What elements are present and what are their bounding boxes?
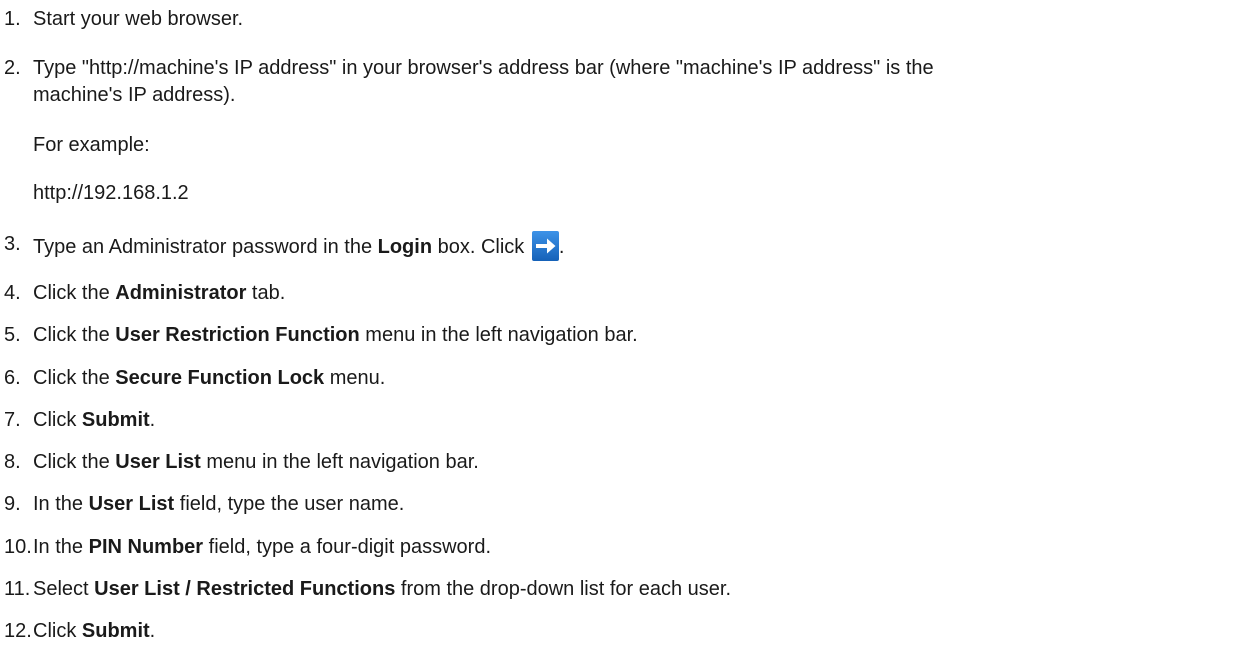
step-text: Start your web browser. xyxy=(33,8,244,30)
step-number: 3. xyxy=(4,233,21,255)
ui-term: User List xyxy=(115,451,201,473)
ui-term: User Restriction Function xyxy=(115,324,360,346)
step-text-pre: In the xyxy=(33,493,89,515)
ui-term: Secure Function Lock xyxy=(115,367,325,389)
step-text: Click the User Restriction Function menu… xyxy=(33,322,638,348)
example-label: For example: xyxy=(33,134,150,156)
step-text: Click the Administrator tab. xyxy=(33,280,285,306)
step-text-post: menu in the left navigation bar. xyxy=(200,451,479,473)
step-number: 12. xyxy=(4,620,32,642)
step-number: 7. xyxy=(4,409,21,431)
ui-term: Submit xyxy=(81,620,150,642)
step-text-post: box. Click xyxy=(432,236,530,258)
ui-term: Login xyxy=(377,236,433,258)
ui-term: Submit xyxy=(81,409,150,431)
step-text-post: menu in the left navigation bar. xyxy=(359,324,638,346)
step-text-post: . xyxy=(149,409,156,431)
step-text: In the User List field, type the user na… xyxy=(33,491,404,517)
ui-term: User List / Restricted Functions xyxy=(94,578,396,600)
step-text: Click the User List menu in the left nav… xyxy=(33,449,479,475)
step-text-pre: Type an Administrator password in the xyxy=(33,236,378,258)
example-url: http://192.168.1.2 xyxy=(33,182,189,204)
step-text-pre: In the xyxy=(33,536,89,558)
step-text: Select User List / Restricted Functions … xyxy=(33,576,731,602)
ui-term: Administrator xyxy=(115,282,247,304)
step-text: Click Submit. xyxy=(33,618,155,644)
step-number: 10. xyxy=(4,536,32,558)
step-text-pre: Click the xyxy=(33,451,116,473)
step-text-post: field, type the user name. xyxy=(174,493,405,515)
step-2-line2: machine's IP address). xyxy=(33,84,236,106)
step-number: 8. xyxy=(4,451,21,473)
step-number: 11. xyxy=(4,578,31,600)
step-number: 9. xyxy=(4,493,21,515)
step-text-end: . xyxy=(558,236,565,258)
step-number: 5. xyxy=(4,324,21,346)
step-text-pre: Click xyxy=(33,409,82,431)
step-text: Type an Administrator password in the Lo… xyxy=(33,231,564,261)
step-text-post: menu. xyxy=(324,367,386,389)
step-text: Click Submit. xyxy=(33,407,155,433)
ui-term: PIN Number xyxy=(88,536,204,558)
step-text-pre: Select xyxy=(33,578,95,600)
step-text-post: tab. xyxy=(246,282,286,304)
step-text-line1: Type "http://machine's IP address" in yo… xyxy=(33,57,934,79)
step-number: 6. xyxy=(4,367,21,389)
step-text-pre: Click the xyxy=(33,324,116,346)
step-text-post: from the drop-down list for each user. xyxy=(395,578,732,600)
step-text-post: . xyxy=(149,620,156,642)
step-text-pre: Click the xyxy=(33,367,116,389)
step-text: In the PIN Number field, type a four-dig… xyxy=(33,534,491,560)
step-text-pre: Click the xyxy=(33,282,116,304)
step-text: Click the Secure Function Lock menu. xyxy=(33,365,385,391)
ui-term: User List xyxy=(88,493,175,515)
step-text-pre: Click xyxy=(33,620,82,642)
arrow-right-icon xyxy=(531,231,559,261)
step-number: 2. xyxy=(4,57,21,79)
step-number: 1. xyxy=(4,8,21,30)
step-text-post: field, type a four-digit password. xyxy=(203,536,491,558)
step-number: 4. xyxy=(4,282,21,304)
